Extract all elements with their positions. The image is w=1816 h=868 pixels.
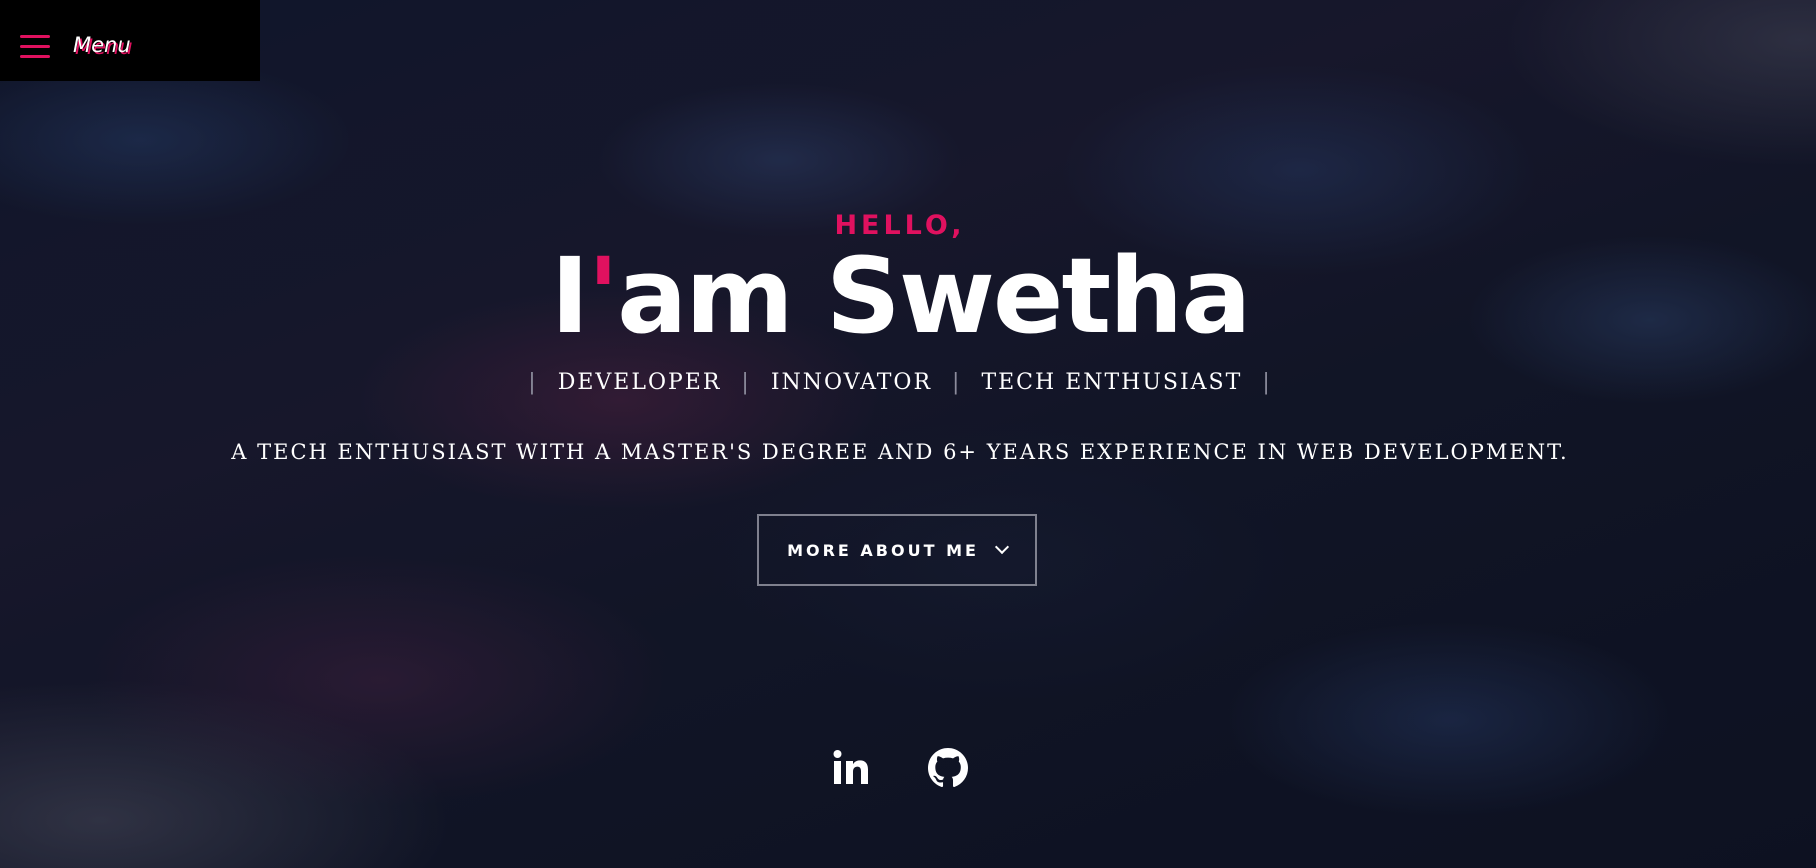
more-about-me-button[interactable]: MORE ABOUT ME — [757, 514, 1037, 586]
roles-list: | DEVELOPER | INNOVATOR | TECH ENTHUSIAS… — [0, 370, 1800, 395]
role-tech-enthusiast: TECH ENTHUSIAST — [981, 370, 1243, 395]
role-developer: DEVELOPER — [557, 370, 722, 395]
linkedin-icon — [833, 750, 868, 784]
role-separator: | — [952, 370, 962, 395]
role-separator: | — [1262, 370, 1272, 395]
tagline: A TECH ENTHUSIAST WITH A MASTER'S DEGREE… — [231, 440, 1569, 464]
github-link[interactable] — [928, 748, 968, 788]
role-innovator: INNOVATOR — [770, 370, 933, 395]
social-links — [0, 748, 1800, 788]
chevron-down-icon — [994, 539, 1009, 555]
hero-section: Menu HELLO, I'am Swetha | DEVELOPER | IN… — [0, 0, 1816, 868]
page-title: I'am Swetha — [0, 236, 1800, 356]
github-icon — [928, 748, 968, 788]
name-apostrophe: ' — [587, 235, 619, 357]
role-separator: | — [528, 370, 538, 395]
name-rest: am Swetha — [617, 235, 1251, 357]
menu-button[interactable]: Menu — [0, 0, 260, 81]
name-prefix: I — [550, 235, 590, 357]
role-separator: | — [741, 370, 751, 395]
linkedin-link[interactable] — [832, 748, 872, 788]
hero-content: HELLO, I'am Swetha | DEVELOPER | INNOVAT… — [0, 0, 1816, 868]
hamburger-icon — [20, 35, 50, 59]
more-about-me-label: MORE ABOUT ME — [787, 540, 979, 560]
menu-label: Menu — [73, 33, 131, 57]
